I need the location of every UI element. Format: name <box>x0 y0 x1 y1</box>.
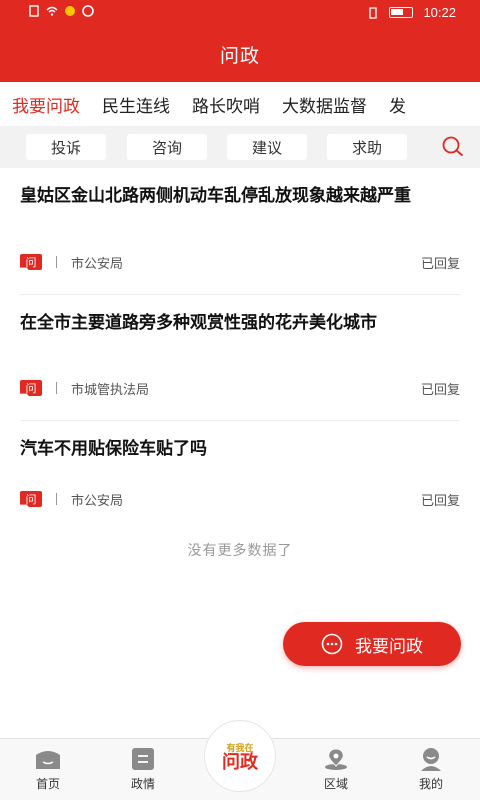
tab-home-label: 首页 <box>35 777 60 791</box>
status-time: 10:22 <box>423 5 456 20</box>
user-icon <box>421 748 441 771</box>
no-more-data-text: 没有更多数据了 <box>187 543 293 559</box>
tab-lu-zhang-chui-shao[interactable]: 路长吹哨 <box>181 92 271 117</box>
ask-logo: 有我在 问政 <box>211 727 269 785</box>
search-icon[interactable] <box>440 135 466 159</box>
status-bar: 10:22 <box>0 0 480 26</box>
tab-da-shu-ju-jian-du[interactable]: 大数据监督 <box>271 92 378 117</box>
center-ask-logo-button[interactable]: 有我在 问政 <box>204 720 276 792</box>
home-icon <box>36 751 60 769</box>
title-bar: 问政 <box>0 26 480 82</box>
filter-bar: 投诉 咨询 建议 求助 <box>0 126 480 168</box>
tab-wo-yao-wen-zheng[interactable]: 我要问政 <box>0 92 91 117</box>
item-title: 皇姑区金山北路两侧机动车乱停乱放现象越来越严重 <box>20 186 411 206</box>
filter-consult[interactable]: 咨询 <box>127 134 207 160</box>
question-badge: 问 <box>20 491 42 507</box>
question-badge: 问 <box>20 254 42 270</box>
logo-main-text: 问政 <box>222 751 258 773</box>
item-meta: 问 市城管执法局 已回复 <box>20 368 460 408</box>
item-title: 在全市主要道路旁多种观赏性强的花卉美化城市 <box>20 313 377 333</box>
location-icon <box>325 748 347 770</box>
divider <box>56 256 57 268</box>
chat-icon <box>321 633 343 655</box>
item-department: 市城管执法局 <box>71 382 150 398</box>
question-list: 皇姑区金山北路两侧机动车乱停乱放现象越来越严重 问 市公安局 已回复 在全市主要… <box>0 168 480 521</box>
category-tabs: 我要问政 民生连线 路长吹哨 大数据监督 发 <box>0 82 480 126</box>
ask-question-label: 我要问政 <box>355 636 423 657</box>
item-status: 已回复 <box>420 382 460 398</box>
tab-news[interactable]: 政情 <box>113 747 173 792</box>
tab-home[interactable]: 首页 <box>18 747 78 792</box>
tab-min-sheng-lian-xian[interactable]: 民生连线 <box>91 92 181 117</box>
item-title: 汽车不用贴保险车贴了吗 <box>20 439 207 459</box>
list-item[interactable]: 在全市主要道路旁多种观赏性强的花卉美化城市 问 市城管执法局 已回复 <box>20 295 460 421</box>
battery-icon <box>389 7 414 18</box>
list-item[interactable]: 汽车不用贴保险车贴了吗 问 市公安局 已回复 <box>20 421 460 521</box>
item-meta: 问 市公安局 已回复 <box>20 479 460 519</box>
ask-question-button[interactable]: 我要问政 <box>283 622 461 666</box>
tab-mine-label: 我的 <box>418 777 443 791</box>
question-badge: 问 <box>20 380 42 396</box>
wifi-icon <box>46 6 58 16</box>
tab-region[interactable]: 区域 <box>306 747 366 792</box>
status-left-icons <box>28 5 94 17</box>
app-notification-icon <box>65 6 75 16</box>
item-department: 市公安局 <box>71 493 124 509</box>
page-title: 问政 <box>219 44 260 67</box>
item-department: 市公安局 <box>71 256 124 272</box>
filter-suggest[interactable]: 建议 <box>227 134 307 160</box>
filter-complaint[interactable]: 投诉 <box>26 134 106 160</box>
app-notification-icon-2 <box>82 5 94 17</box>
tab-news-label: 政情 <box>130 777 155 791</box>
news-icon <box>132 748 154 770</box>
tab-region-label: 区域 <box>323 777 348 791</box>
status-right: 10:22 <box>367 5 456 20</box>
divider <box>56 382 57 394</box>
tab-mine[interactable]: 我的 <box>401 747 461 792</box>
tab-partial[interactable]: 发 <box>378 92 417 117</box>
item-meta: 问 市公安局 已回复 <box>20 242 460 282</box>
item-status: 已回复 <box>420 493 460 509</box>
filter-help[interactable]: 求助 <box>327 134 407 160</box>
divider <box>56 493 57 505</box>
list-item[interactable]: 皇姑区金山北路两侧机动车乱停乱放现象越来越严重 问 市公安局 已回复 <box>20 168 460 295</box>
vibrate-icon <box>369 6 378 19</box>
item-status: 已回复 <box>420 256 460 272</box>
sim-icon <box>29 5 39 17</box>
